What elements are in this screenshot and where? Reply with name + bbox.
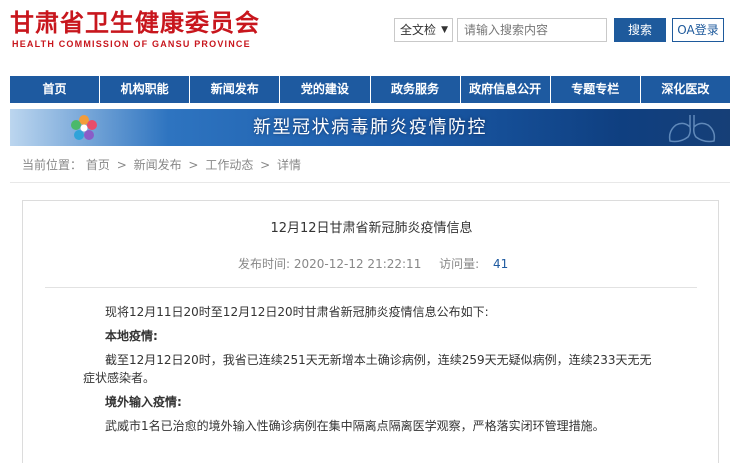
views-count: 41 [493, 257, 509, 271]
covid-banner[interactable]: 新型冠状病毒肺炎疫情防控 [10, 109, 730, 146]
publish-time: 2020-12-12 21:22:11 [293, 257, 422, 271]
nav-item-services[interactable]: 政务服务 [371, 76, 461, 103]
breadcrumb-item-work[interactable]: 工作动态 [205, 158, 253, 172]
lungs-icon [668, 115, 716, 143]
views-label: 访问量: [439, 257, 480, 271]
breadcrumb-separator: > [188, 158, 199, 172]
search-input[interactable] [457, 18, 607, 42]
article-intro: 现将12月11日20时至12月12日20时甘肃省新冠肺炎疫情信息公布如下: [105, 305, 489, 319]
breadcrumb-divider [10, 182, 730, 183]
site-logo-title[interactable]: 甘肃省卫生健康委员会 [10, 8, 260, 38]
site-logo-subtitle: HEALTH COMMISSION OF GANSU PROVINCE [12, 39, 251, 49]
article-meta: 发布时间: 2020-12-12 21:22:11 访问量: 41 [238, 256, 508, 272]
publish-label: 发布时间: [238, 257, 291, 271]
nav-item-organization[interactable]: 机构职能 [100, 76, 191, 103]
search-scope-select[interactable]: 全文检 ▼ [394, 18, 453, 42]
imported-heading: 境外输入疫情: [105, 395, 182, 409]
nav-item-home[interactable]: 首页 [10, 76, 101, 103]
banner-title: 新型冠状病毒肺炎疫情防控 [253, 117, 487, 138]
article-panel: 12月12日甘肃省新冠肺炎疫情信息 发布时间: 2020-12-12 21:22… [22, 200, 719, 463]
nav-item-party[interactable]: 党的建设 [280, 76, 371, 103]
site-header: 甘肃省卫生健康委员会 HEALTH COMMISSION OF GANSU PR… [0, 0, 734, 68]
article-body: 现将12月11日20时至12月12日20时甘肃省新冠肺炎疫情信息公布如下: 本地… [83, 303, 663, 441]
breadcrumb-label: 当前位置： [22, 158, 83, 172]
search-scope-value: 全文检 [400, 23, 437, 37]
breadcrumb-separator: > [260, 158, 271, 172]
local-text: 截至12月12日20时，我省已连续251天无新增本土确诊病例，连续259天无疑似… [83, 353, 652, 385]
main-nav: 首页 机构职能 新闻发布 党的建设 政务服务 政府信息公开 专题专栏 深化医改 [10, 76, 730, 103]
breadcrumb-item-news[interactable]: 新闻发布 [134, 158, 182, 172]
article-title: 12月12日甘肃省新冠肺炎疫情信息 [270, 221, 473, 236]
article-divider [45, 287, 697, 288]
breadcrumb: 当前位置： 首页 > 新闻发布 > 工作动态 > 详情 [22, 157, 301, 173]
breadcrumb-item-detail: 详情 [277, 158, 302, 172]
nav-item-news[interactable]: 新闻发布 [190, 76, 281, 103]
breadcrumb-item-home[interactable]: 首页 [86, 158, 110, 172]
page: 甘肃省卫生健康委员会 HEALTH COMMISSION OF GANSU PR… [0, 0, 734, 463]
nav-item-reform[interactable]: 深化医改 [641, 76, 730, 103]
oa-login-button[interactable]: OA登录 [672, 18, 724, 42]
chevron-down-icon: ▼ [441, 25, 448, 35]
local-heading: 本地疫情: [105, 329, 158, 343]
imported-text: 武威市1名已治愈的境外输入性确诊病例在集中隔离点隔离医学观察，严格落实闭环管理措… [105, 419, 605, 433]
search-button[interactable]: 搜索 [614, 18, 666, 42]
breadcrumb-separator: > [116, 158, 127, 172]
nav-item-topics[interactable]: 专题专栏 [551, 76, 641, 103]
nav-item-public-info[interactable]: 政府信息公开 [461, 76, 551, 103]
